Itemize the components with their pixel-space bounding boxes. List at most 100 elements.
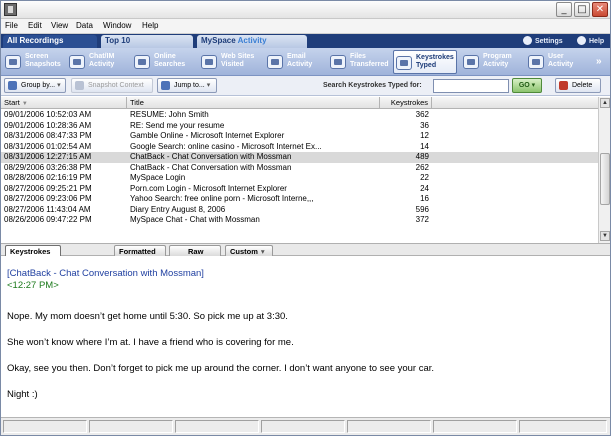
category-chat-im-activity[interactable]: Chat/IM Activity bbox=[67, 50, 127, 74]
scroll-thumb[interactable] bbox=[600, 153, 610, 205]
category-line2: Typed bbox=[416, 62, 437, 69]
minimize-button[interactable]: _ bbox=[556, 2, 572, 17]
category-line1: Program bbox=[483, 53, 512, 60]
menu-file[interactable]: File bbox=[5, 21, 18, 30]
category-user-activity[interactable]: User Activity bbox=[526, 50, 584, 74]
table-row[interactable]: 08/26/2006 09:47:22 PM MySpace Chat - Cha… bbox=[1, 215, 598, 226]
scroll-down-icon[interactable]: ▼ bbox=[600, 231, 610, 241]
camera-icon bbox=[5, 55, 21, 69]
row-start-cell: 08/29/2006 03:26:38 PM bbox=[4, 162, 92, 172]
table-row[interactable]: 08/27/2006 09:25:21 PM Porn.com Login - M… bbox=[1, 184, 598, 195]
group-by-label: Group by... bbox=[21, 82, 56, 89]
row-title-cell: MySpace Chat - Chat with Mossman bbox=[130, 215, 260, 224]
title-bar: _ □ ✕ bbox=[1, 1, 610, 19]
tab-myspace-label: MySpace bbox=[201, 36, 236, 45]
help-link[interactable]: Help bbox=[577, 36, 604, 45]
menu-help[interactable]: Help bbox=[142, 21, 158, 30]
row-keystrokes-cell: 489 bbox=[415, 152, 429, 161]
keystroke-detail-pane: [ChatBack - Chat Conversation with Mossm… bbox=[1, 257, 610, 416]
question-icon bbox=[577, 36, 586, 45]
category-files-transferred[interactable]: Files Transferred bbox=[328, 50, 390, 74]
recordings-table: Start ▼ Title Keystrokes 09/01/2006 10:52… bbox=[1, 97, 610, 243]
app-icon bbox=[4, 3, 17, 16]
category-screen-snapshots[interactable]: Screen Snapshots bbox=[3, 50, 63, 74]
tab-all-recordings[interactable]: All Recordings bbox=[3, 35, 97, 48]
snapshot-context-button[interactable]: Snapshot Context bbox=[71, 78, 153, 93]
group-by-button[interactable]: Group by... ▾ bbox=[4, 78, 66, 93]
category-line2: Activity bbox=[89, 61, 115, 68]
table-scrollbar[interactable]: ▲ ▼ bbox=[598, 97, 610, 243]
column-keystrokes[interactable]: Keystrokes bbox=[380, 97, 432, 109]
dropdown-arrow-icon: ▾ bbox=[57, 82, 61, 89]
table-body: 09/01/2006 10:52:03 AM RESUME: John Smith… bbox=[1, 110, 598, 226]
table-row[interactable]: 09/01/2006 10:52:03 AM RESUME: John Smith… bbox=[1, 110, 598, 121]
close-button[interactable]: ✕ bbox=[592, 2, 608, 17]
detail-line: She won’t know where I’m at. I have a fr… bbox=[7, 337, 294, 348]
column-title[interactable]: Title bbox=[127, 97, 380, 109]
app-window: _ □ ✕ File Edit View Data Window Help Al… bbox=[0, 0, 611, 436]
search-input[interactable] bbox=[433, 79, 509, 93]
scroll-up-icon[interactable]: ▲ bbox=[600, 98, 610, 108]
action-toolbar: Group by... ▾ Snapshot Context Jump to...… bbox=[1, 76, 610, 96]
row-keystrokes-cell: 362 bbox=[415, 110, 429, 119]
sort-down-icon: ▼ bbox=[21, 101, 28, 107]
tab-raw[interactable]: Raw bbox=[169, 245, 221, 256]
dropdown-arrow-icon: ▾ bbox=[206, 82, 211, 89]
category-email-activity[interactable]: Email Activity bbox=[265, 50, 325, 74]
row-start-cell: 08/31/2006 01:02:54 AM bbox=[4, 141, 92, 151]
table-row[interactable]: 08/31/2006 12:27:15 AM ChatBack - Chat Co… bbox=[1, 152, 598, 163]
tab-custom-label: Custom bbox=[230, 247, 258, 256]
row-keystrokes-cell: 14 bbox=[420, 141, 429, 151]
detail-line: Night :) bbox=[7, 389, 38, 400]
row-start-cell: 08/31/2006 08:47:33 PM bbox=[4, 131, 92, 140]
group-icon bbox=[8, 81, 17, 90]
row-start-cell: 08/31/2006 12:27:15 AM bbox=[4, 152, 92, 161]
table-row[interactable]: 08/31/2006 01:02:54 AM Google Search: onl… bbox=[1, 142, 598, 153]
category-web-sites-visited[interactable]: Web Sites Visited bbox=[199, 50, 261, 74]
jump-to-label: Jump to... bbox=[174, 82, 205, 89]
menu-data[interactable]: Data bbox=[76, 21, 93, 30]
category-online-searches[interactable]: Online Searches bbox=[132, 50, 195, 74]
row-title-cell: ChatBack - Chat Conversation with Mossma… bbox=[130, 152, 292, 161]
category-line2: Activity bbox=[287, 61, 313, 68]
maximize-button[interactable]: □ bbox=[574, 2, 590, 17]
row-keystrokes-cell: 36 bbox=[420, 120, 429, 130]
double-chevron-right-icon[interactable]: » bbox=[596, 56, 602, 67]
table-row[interactable]: 08/31/2006 08:47:33 PM Gamble Online - Mi… bbox=[1, 131, 598, 142]
delete-button[interactable]: Delete bbox=[555, 78, 601, 93]
row-start-cell: 08/28/2006 02:16:19 PM bbox=[4, 173, 92, 182]
search-label: Search Keystrokes Typed for: bbox=[323, 82, 422, 89]
tab-top-10[interactable]: Top 10 bbox=[101, 35, 193, 48]
jump-to-button[interactable]: Jump to... ▾ bbox=[157, 78, 217, 93]
status-panel bbox=[347, 420, 431, 433]
row-title-cell: Porn.com Login - Microsoft Internet Expl… bbox=[130, 183, 287, 193]
status-panel bbox=[3, 420, 87, 433]
category-line2: Transferred bbox=[350, 61, 389, 68]
folder-icon bbox=[330, 55, 346, 69]
menu-view[interactable]: View bbox=[51, 21, 68, 30]
envelope-icon bbox=[267, 55, 283, 69]
row-start-cell: 08/27/2006 09:25:21 PM bbox=[4, 183, 92, 193]
menu-window[interactable]: Window bbox=[103, 21, 131, 30]
jump-icon bbox=[161, 81, 170, 90]
row-keystrokes-cell: 596 bbox=[415, 204, 429, 214]
go-button[interactable]: GO ▾ bbox=[512, 78, 542, 93]
category-keystrokes-typed[interactable]: Keystrokes Typed bbox=[393, 50, 457, 74]
status-panel bbox=[175, 420, 259, 433]
menu-edit[interactable]: Edit bbox=[28, 21, 42, 30]
table-row[interactable]: 08/29/2006 03:26:38 PM ChatBack - Chat Co… bbox=[1, 163, 598, 174]
tab-custom[interactable]: Custom ▾ bbox=[225, 245, 273, 256]
table-row[interactable]: 08/28/2006 02:16:19 PM MySpace Login 22 bbox=[1, 173, 598, 184]
column-start[interactable]: Start ▼ bbox=[1, 97, 127, 109]
dropdown-arrow-icon: ▾ bbox=[260, 247, 265, 256]
tab-keystrokes[interactable]: Keystrokes bbox=[5, 245, 61, 256]
category-program-activity[interactable]: Program Activity bbox=[461, 50, 523, 74]
settings-link[interactable]: Settings bbox=[523, 36, 563, 45]
table-row[interactable]: 08/27/2006 09:23:06 PM Yahoo Search: free… bbox=[1, 194, 598, 205]
tab-formatted[interactable]: Formatted bbox=[114, 245, 166, 256]
table-row[interactable]: 08/27/2006 11:43:04 AM Diary Entry August… bbox=[1, 205, 598, 216]
tab-myspace-activity[interactable]: MySpace Activity bbox=[197, 35, 307, 48]
table-row[interactable]: 09/01/2006 10:28:36 AM RE: Send me your r… bbox=[1, 121, 598, 132]
menu-bar: File Edit View Data Window Help bbox=[1, 19, 610, 34]
status-panel bbox=[89, 420, 173, 433]
